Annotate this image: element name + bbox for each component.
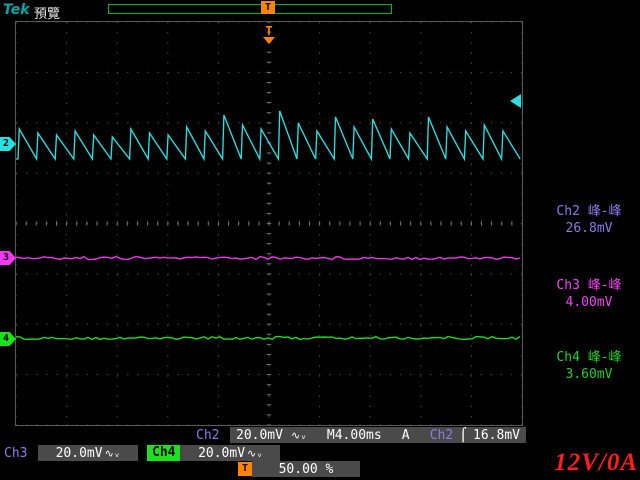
trigger-t-chip-icon: T [238,462,252,476]
measurement-value: 4.00mV [540,294,638,311]
measurement-value: 3.60mV [540,366,638,383]
trigger-position-value: 50.00 % [279,462,334,477]
svg-text:T: T [265,24,272,38]
timebase: M4.00ms [327,428,382,443]
measurement-label: Ch3 峰-峰 [540,277,638,294]
measurement-ch3-pkpk: Ch3 峰-峰 4.00mV [540,277,638,311]
trigger-position-chip-icon: T [261,1,275,14]
scope-traces-svg: T [16,22,522,425]
measurement-label: Ch2 峰-峰 [540,203,638,220]
ch3-ground-marker-icon: 3 [0,251,16,265]
ch2-readout-label: Ch2 [196,428,226,443]
ch3-scale-band: 20.0mV∿ᵥ [38,445,138,461]
ch3-readout-label: Ch3 [4,446,34,461]
ch4-scale-band: 20.0mV∿ᵥ [180,445,280,461]
trigger-source: Ch2 [430,428,453,443]
readout-row-main: Ch2 20.0mV ∿ᵥ M4.00ms A Ch2 ⌠ 16.8mV [196,427,526,443]
readout-band-main: 20.0mV ∿ᵥ M4.00ms A Ch2 ⌠ 16.8mV [230,427,526,443]
measurement-ch2-pkpk: Ch2 峰-峰 26.8mV [540,203,638,237]
trigger-position-band: 50.00 % [252,461,360,477]
ch4-readout-label-selected: Ch4 [147,445,180,461]
measurement-value: 26.8mV [540,220,638,237]
ch2-ground-marker-icon: 2 [0,137,16,151]
graticule: T [15,21,523,426]
psu-load-overlay: 12V/0A [554,449,638,477]
measurement-ch4-pkpk: Ch4 峰-峰 3.60mV [540,349,638,383]
ch3-scale: 20.0mV [56,446,103,461]
ch2-scale: 20.0mV [236,428,283,443]
readout-row-ch3-ch4: Ch3 20.0mV∿ᵥ Ch4 20.0mV∿ᵥ [4,445,280,461]
tek-logo: Tek [3,2,30,18]
record-view-bar [108,4,392,14]
ch4-ground-marker-icon: 4 [0,332,16,346]
readout-row-trigger-position: T 50.00 % [238,461,360,477]
ch3-coupling-icon: ∿ᵥ [105,447,121,460]
acquisition-mode-label: 預覽 [34,3,60,22]
ch2-coupling-icon: ∿ᵥ [291,429,307,442]
ch4-scale: 20.0mV [198,446,245,461]
acquisition-flag: A [402,428,410,443]
ch4-coupling-icon: ∿ᵥ [247,447,263,460]
trigger-readout-group: Ch2 ⌠ 16.8mV [430,428,520,443]
ch2-scale-group: 20.0mV ∿ᵥ [236,428,307,443]
trigger-slope-icon: ⌠ [459,428,467,443]
trigger-level: 16.8mV [473,428,520,443]
measurement-label: Ch4 峰-峰 [540,349,638,366]
